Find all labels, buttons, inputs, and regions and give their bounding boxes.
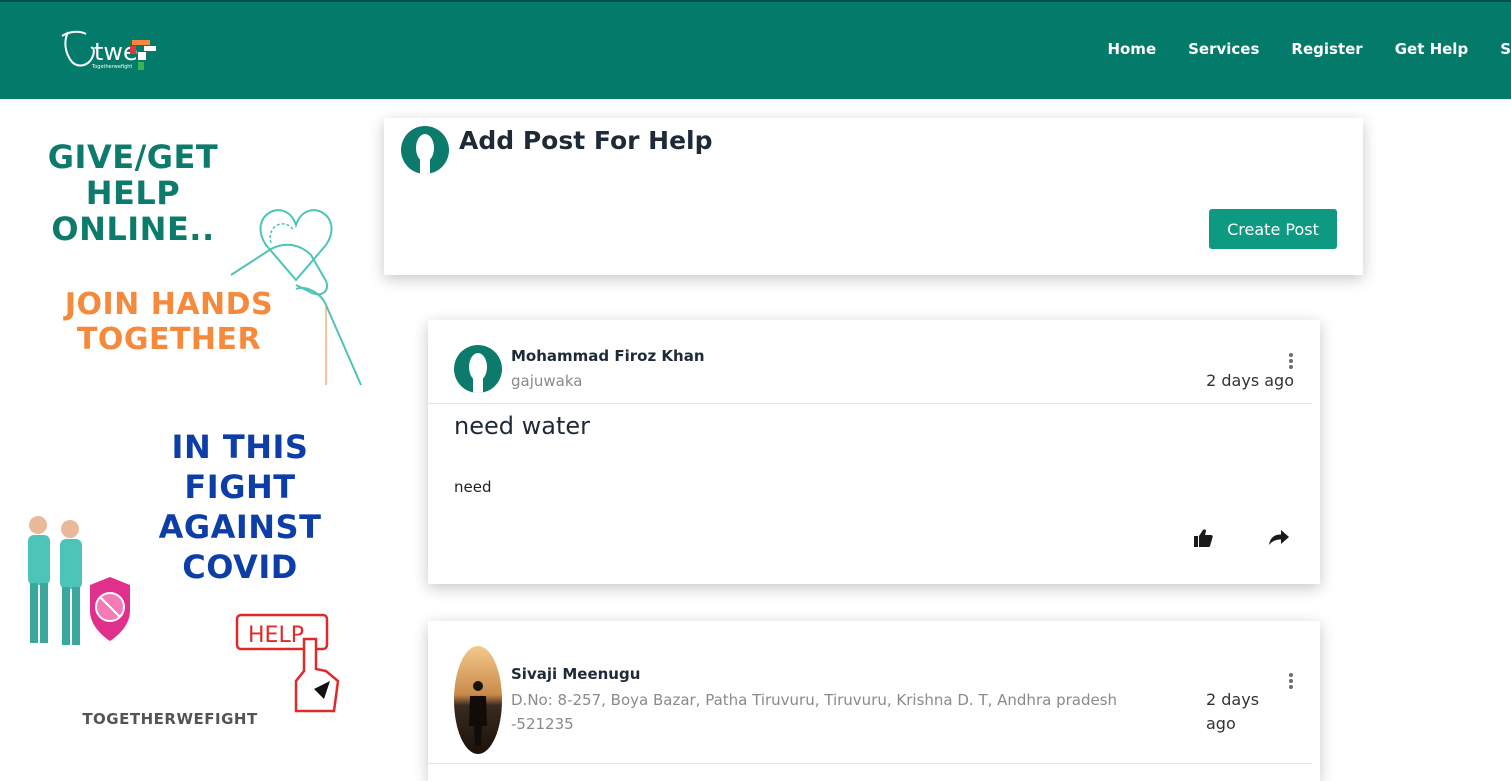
togetherwefight-logo[interactable]: twe Togetherwefight: [58, 22, 162, 82]
create-post-button[interactable]: Create Post: [1209, 209, 1337, 249]
post-author[interactable]: Mohammad Firoz Khan: [511, 347, 705, 365]
nav-link-cut-off[interactable]: S: [1500, 40, 1511, 58]
post-time: 2 days ago: [1206, 371, 1294, 390]
banner-give-get-help: GIVE/GET HELP ONLINE..: [47, 138, 219, 249]
divider: [428, 763, 1312, 764]
divider: [428, 403, 1312, 404]
user-avatar-icon: [401, 126, 449, 174]
banner-togetherwefight: TOGETHERWEFIGHT: [82, 710, 258, 728]
banner-fight-covid: IN THIS FIGHT AGAINST COVID: [158, 428, 322, 586]
kebab-menu-icon[interactable]: [1287, 673, 1295, 693]
add-post-card: Add Post For Help Create Post: [384, 118, 1363, 275]
svg-text:HELP: HELP: [248, 623, 304, 648]
post-card: Mohammad Firoz Khan gajuwaka 2 days ago …: [428, 320, 1320, 584]
user-photo-avatar: [454, 646, 502, 754]
share-icon[interactable]: [1268, 526, 1290, 548]
navbar: twe Togetherwefight Home Services Regist…: [0, 0, 1511, 99]
post-card: Sivaji Meenugu D.No: 8-257, Boya Bazar, …: [428, 621, 1320, 781]
user-avatar-icon: [454, 345, 502, 393]
kebab-menu-icon[interactable]: [1287, 353, 1295, 373]
nav-services[interactable]: Services: [1188, 40, 1259, 58]
post-location: D.No: 8-257, Boya Bazar, Patha Tiruvuru,…: [511, 691, 1118, 733]
nav-get-help[interactable]: Get Help: [1395, 40, 1468, 58]
svg-text:Togetherwefight: Togetherwefight: [91, 64, 132, 70]
post-body: need: [454, 478, 492, 496]
add-post-title: Add Post For Help: [459, 126, 713, 155]
thumbs-up-icon[interactable]: [1192, 527, 1214, 549]
post-title: need water: [454, 412, 590, 440]
post-author[interactable]: Sivaji Meenugu: [511, 665, 640, 683]
healthcare-workers-illustration: [28, 516, 130, 645]
banner-join-hands: JOIN HANDS TOGETHER: [64, 287, 274, 358]
post-location: gajuwaka: [511, 372, 583, 390]
nav-links: Home Services Register Get Help S: [1075, 40, 1511, 58]
post-time: 2 days ago: [1206, 690, 1260, 733]
promo-banner: GIVE/GET HELP ONLINE.. JOIN HANDS TOGETH…: [0, 99, 366, 751]
help-hand-sign: HELP: [235, 613, 340, 713]
nav-register[interactable]: Register: [1291, 40, 1362, 58]
nav-home[interactable]: Home: [1107, 40, 1156, 58]
